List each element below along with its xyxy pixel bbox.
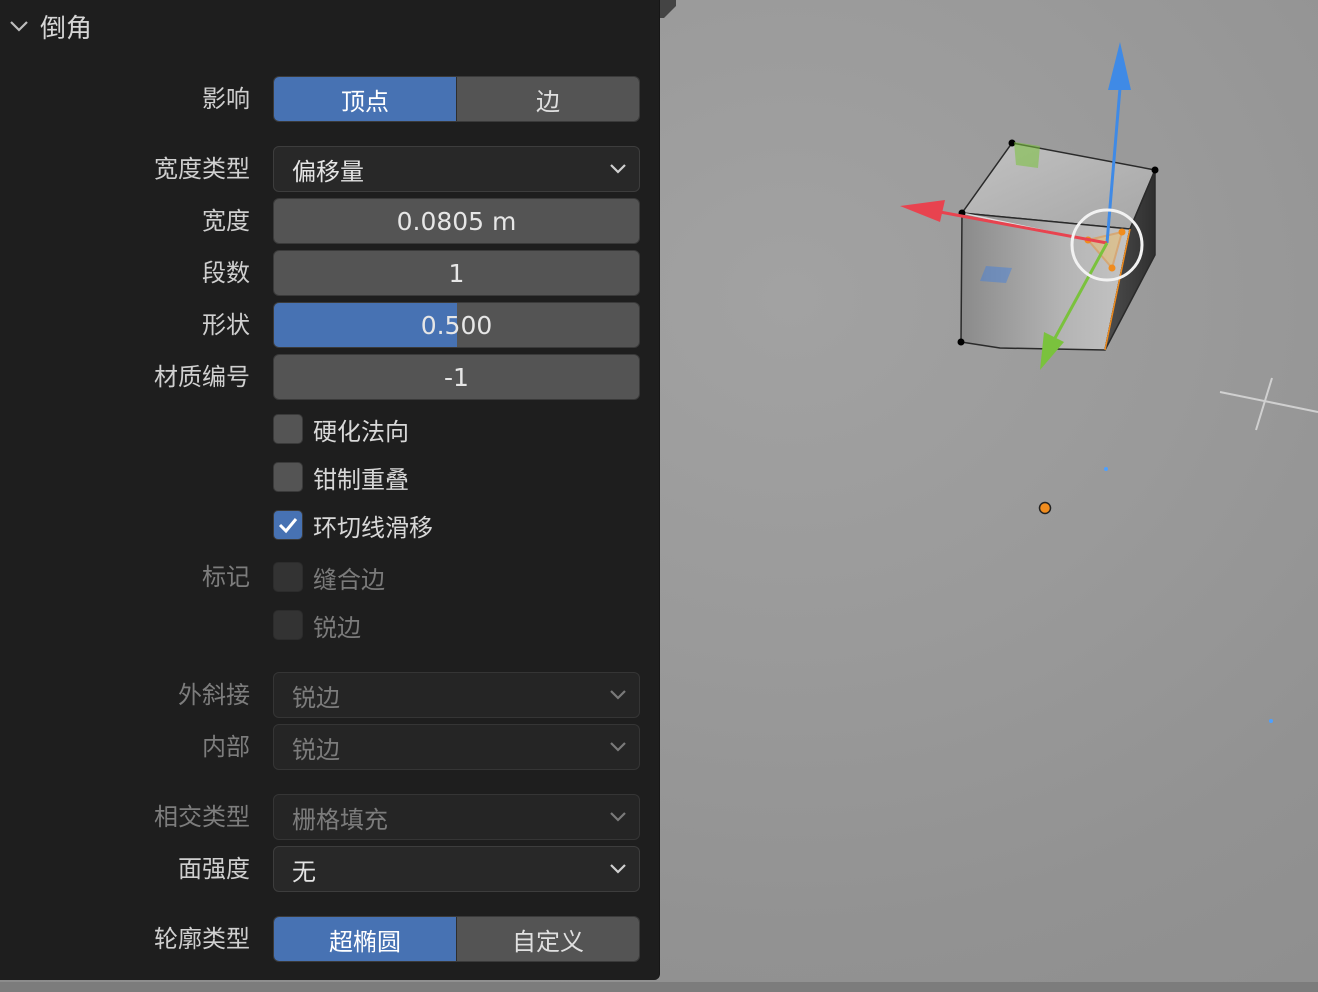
width-field[interactable]: 0.0805 m	[273, 198, 640, 244]
checkbox-box[interactable]	[273, 610, 303, 640]
material-index-field[interactable]: -1	[273, 354, 640, 400]
checkbox-box-checked[interactable]	[273, 510, 303, 540]
segments-field[interactable]: 1	[273, 250, 640, 296]
miter-inner-value: 锐边	[292, 735, 340, 764]
sparkle-icon	[1219, 377, 1318, 431]
bevel-operator-panel: 倒角 影响 顶点 边 宽度类型 偏移量 宽度 0.0805 m 段数 1 形状 …	[0, 0, 660, 980]
shape-slider[interactable]: 0.500	[273, 302, 640, 348]
material-index-value: -1	[444, 362, 469, 392]
miter-inner-dropdown[interactable]: 锐边	[273, 724, 640, 770]
width-type-label: 宽度类型	[154, 155, 250, 183]
mark-seam-label: 缝合边	[313, 565, 385, 594]
panel-header[interactable]: 倒角	[8, 6, 92, 46]
profile-type-label: 轮廓类型	[154, 925, 250, 953]
affect-vertices-button[interactable]: 顶点	[274, 77, 456, 121]
profile-custom-button[interactable]: 自定义	[456, 917, 639, 961]
chevron-down-icon	[610, 164, 626, 174]
affect-toggle: 顶点 边	[273, 76, 640, 122]
miter-outer-label: 外斜接	[178, 681, 250, 709]
z-axis-arrow-icon[interactable]	[1108, 42, 1131, 90]
profile-superellipse-button[interactable]: 超椭圆	[274, 917, 456, 961]
checkbox-box[interactable]	[273, 414, 303, 444]
light-origin-icon[interactable]	[1038, 501, 1052, 515]
width-type-value: 偏移量	[292, 157, 364, 186]
face-strength-dropdown[interactable]: 无	[273, 846, 640, 892]
profile-type-toggle: 超椭圆 自定义	[273, 916, 640, 962]
loop-slide-label: 环切线滑移	[313, 513, 433, 542]
mark-seam-checkbox[interactable]: 缝合边	[273, 560, 385, 594]
clamp-overlap-label: 钳制重叠	[313, 465, 409, 494]
checkbox-box[interactable]	[273, 462, 303, 492]
mark-sharp-label: 锐边	[313, 613, 361, 642]
intersection-type-label: 相交类型	[154, 803, 250, 831]
cube-object[interactable]	[957, 139, 1159, 351]
clamp-overlap-checkbox[interactable]: 钳制重叠	[273, 460, 409, 494]
harden-normals-checkbox[interactable]: 硬化法向	[273, 412, 409, 446]
miter-outer-dropdown[interactable]: 锐边	[273, 672, 640, 718]
chevron-down-icon	[610, 690, 626, 700]
mark-label: 标记	[202, 563, 250, 591]
width-value: 0.0805 m	[396, 206, 517, 236]
shape-value: 0.500	[420, 310, 493, 340]
loop-slide-checkbox[interactable]: 环切线滑移	[273, 508, 433, 542]
shape-label: 形状	[202, 311, 250, 339]
width-type-dropdown[interactable]: 偏移量	[273, 146, 640, 192]
viewport-bottom-strip	[0, 982, 1318, 992]
chevron-down-icon	[610, 742, 626, 752]
face-strength-value: 无	[292, 857, 316, 886]
chevron-down-icon	[610, 812, 626, 822]
segments-label: 段数	[202, 259, 250, 287]
intersection-type-dropdown[interactable]: 栅格填充	[273, 794, 640, 840]
material-index-label: 材质编号	[154, 363, 250, 391]
harden-normals-label: 硬化法向	[313, 417, 409, 446]
affect-edges-button[interactable]: 边	[456, 77, 639, 121]
chevron-down-icon	[610, 864, 626, 874]
intersection-type-value: 栅格填充	[292, 805, 388, 834]
face-strength-label: 面强度	[178, 855, 250, 883]
mark-sharp-checkbox[interactable]: 锐边	[273, 608, 361, 642]
width-label: 宽度	[202, 207, 250, 235]
miter-inner-label: 内部	[202, 733, 250, 761]
checkmark-icon	[278, 518, 298, 534]
x-axis-arrow-icon[interactable]	[900, 200, 945, 222]
checkbox-box[interactable]	[273, 562, 303, 592]
chevron-down-icon[interactable]	[8, 15, 30, 37]
miter-outer-value: 锐边	[292, 683, 340, 712]
panel-title: 倒角	[40, 13, 93, 44]
affect-label: 影响	[202, 85, 250, 113]
segments-value: 1	[448, 258, 465, 288]
